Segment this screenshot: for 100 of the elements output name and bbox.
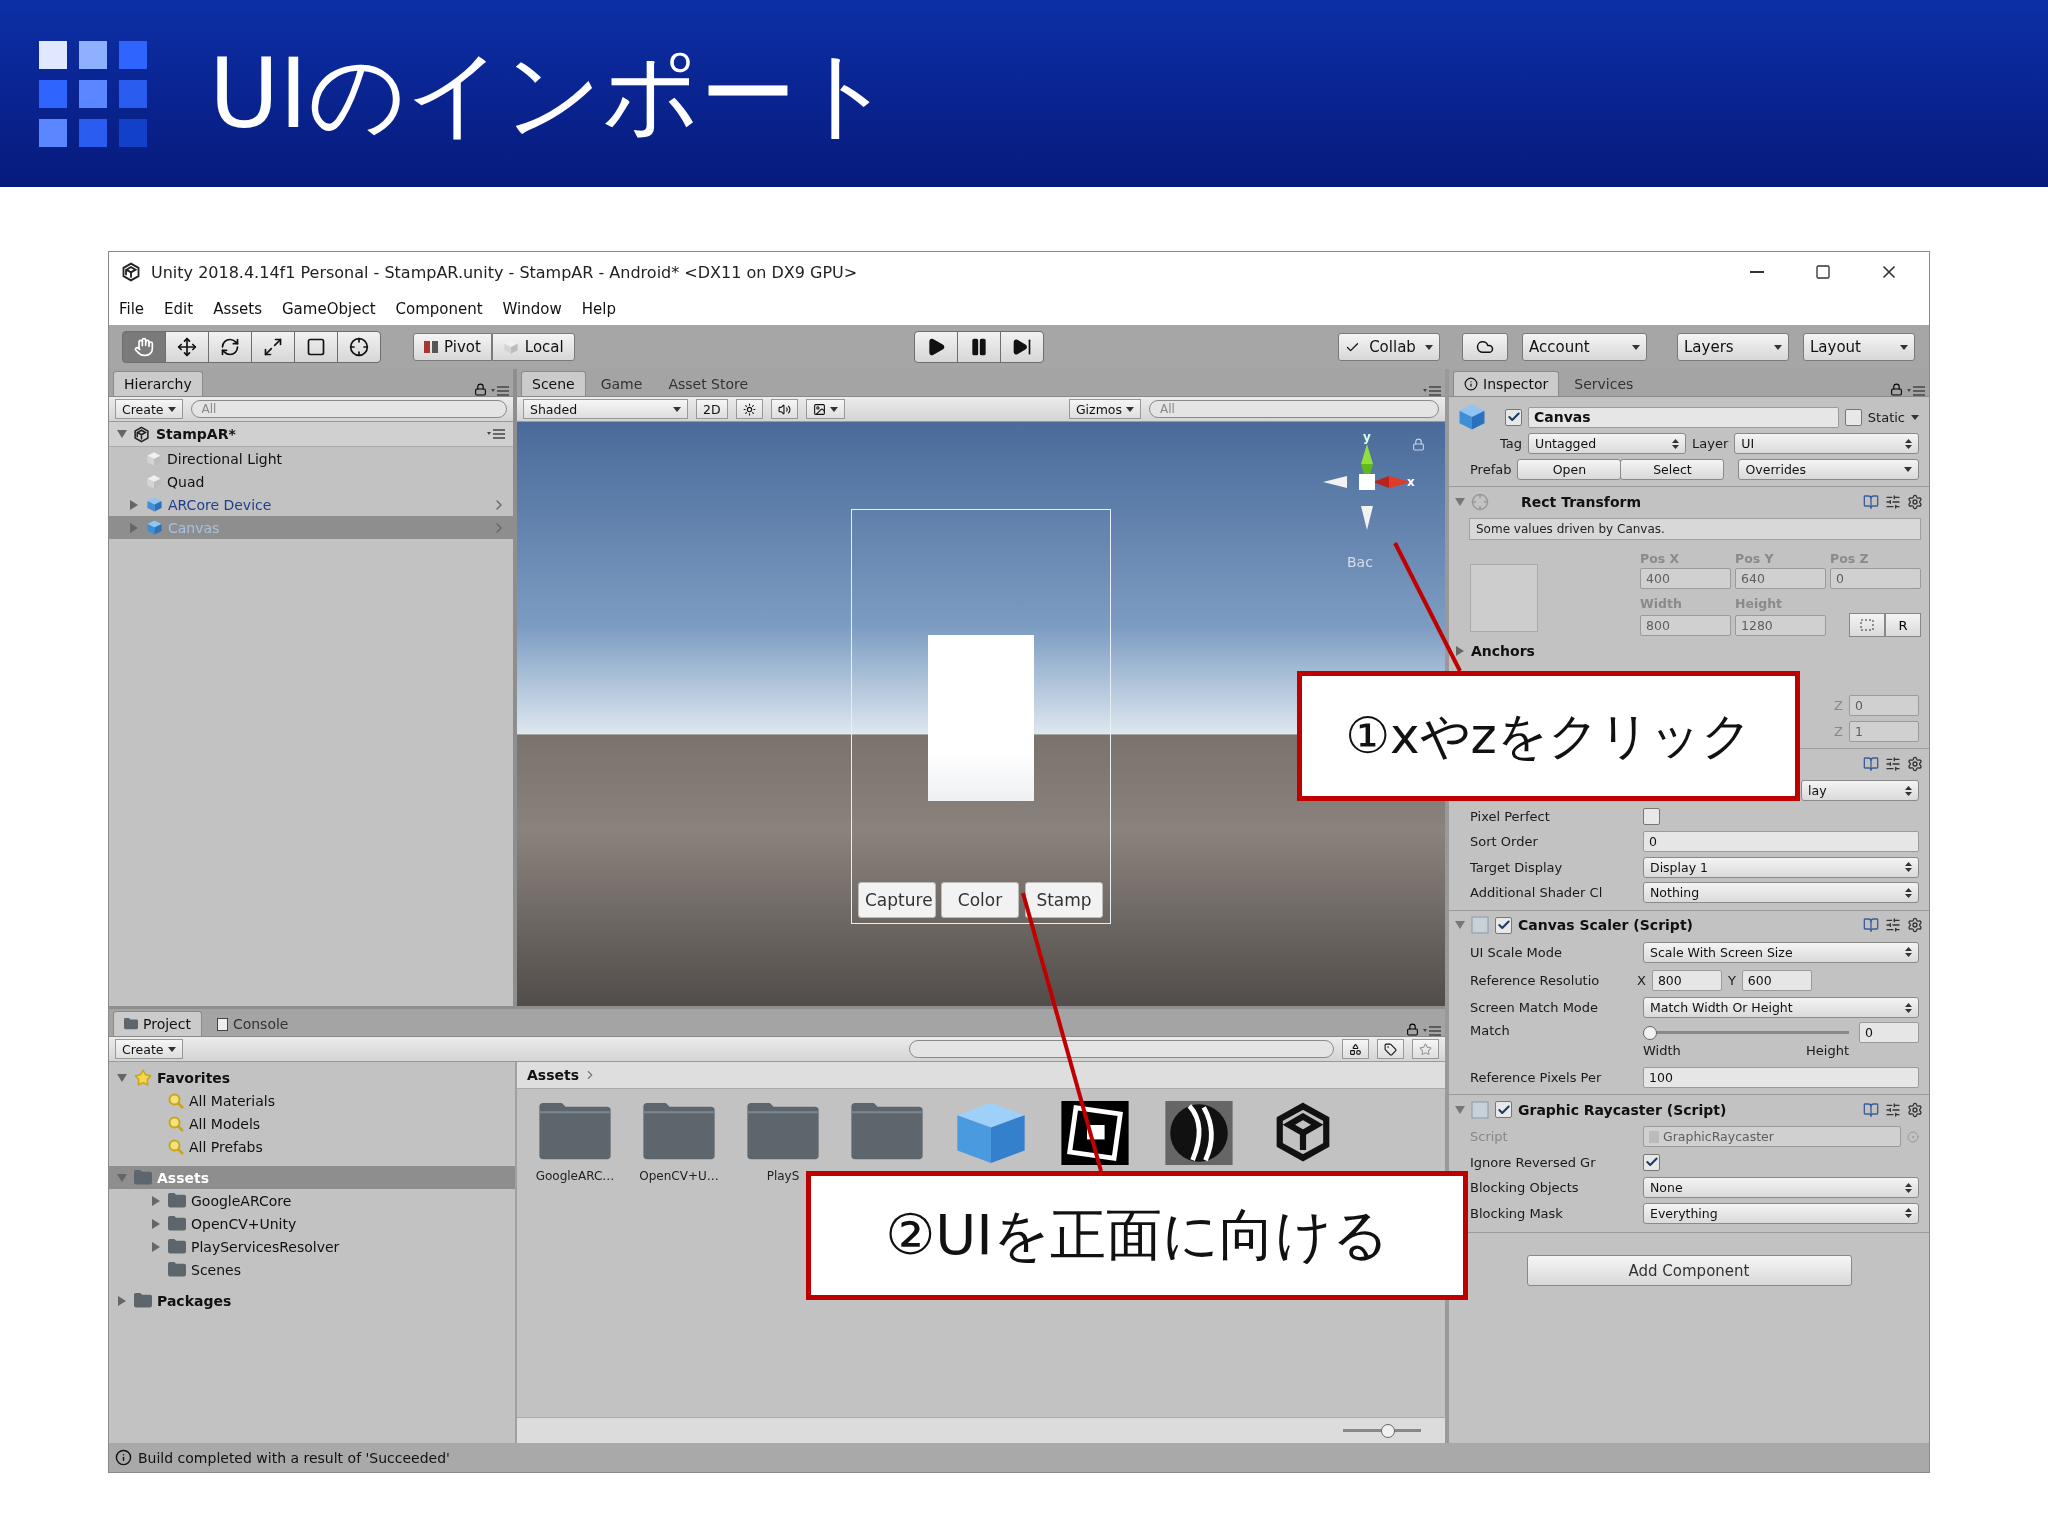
tree-item[interactable]: All Models: [109, 1112, 515, 1135]
dropdown[interactable]: Overrides: [1738, 458, 1919, 480]
dropdown[interactable]: lay: [1801, 780, 1919, 802]
play-button[interactable]: [913, 331, 958, 363]
search-field[interactable]: All: [190, 400, 507, 418]
create-dropdown[interactable]: Create: [115, 399, 183, 419]
dropdown[interactable]: Untagged: [1528, 433, 1686, 455]
settings-icon[interactable]: [1907, 1101, 1923, 1118]
collapsed-arrow-icon[interactable]: [129, 499, 139, 510]
tool-button[interactable]: [337, 331, 381, 363]
ui-button[interactable]: Color: [941, 882, 1019, 918]
menu-item[interactable]: Edit: [164, 299, 194, 318]
dropdown[interactable]: Display 1: [1643, 856, 1919, 878]
tree-item[interactable]: All Materials: [109, 1089, 515, 1112]
tool-button[interactable]: [165, 331, 209, 363]
tool-button[interactable]: [208, 331, 252, 363]
step-button[interactable]: [999, 331, 1044, 363]
dropdown[interactable]: Everything: [1643, 1202, 1919, 1224]
blueprint-button[interactable]: [1849, 613, 1885, 637]
orientation-gizmo[interactable]: y x: [1317, 430, 1417, 540]
dropdown[interactable]: Match Width Or Height: [1643, 997, 1919, 1019]
presets-icon[interactable]: [1885, 1101, 1901, 1118]
add-component-button[interactable]: Add Component: [1526, 1255, 1852, 1286]
search-field[interactable]: [909, 1040, 1334, 1058]
settings-icon[interactable]: [1907, 755, 1923, 772]
layers-dropdown[interactable]: Layers: [1677, 333, 1789, 361]
ui-button[interactable]: Stamp: [1025, 882, 1103, 918]
search-field[interactable]: All: [1149, 400, 1439, 418]
menu-item[interactable]: GameObject: [282, 299, 376, 318]
shading-dropdown[interactable]: Shaded: [523, 399, 688, 419]
collapsed-arrow-icon[interactable]: [1455, 646, 1465, 656]
input-field[interactable]: 0: [1859, 1022, 1919, 1043]
expanded-arrow-icon[interactable]: [117, 1072, 127, 1083]
expanded-arrow-icon[interactable]: [1455, 920, 1465, 930]
lock-icon[interactable]: [1890, 383, 1903, 396]
presets-icon[interactable]: [1885, 493, 1901, 510]
panel-tab[interactable]: Asset Store: [657, 371, 760, 396]
prefab-button[interactable]: Open: [1517, 458, 1622, 480]
account-dropdown[interactable]: Account: [1522, 333, 1647, 361]
checkbox[interactable]: [1495, 1101, 1512, 1118]
tree-item[interactable]: GoogleARCore: [109, 1189, 515, 1212]
input-field[interactable]: 0: [1849, 695, 1919, 717]
help-icon[interactable]: [1863, 1101, 1879, 1118]
panel-menu-icon[interactable]: [1423, 386, 1441, 396]
input-field[interactable]: 600: [1741, 969, 1812, 991]
cube-icon[interactable]: [955, 1101, 1027, 1163]
gizmos-dropdown[interactable]: Gizmos: [1068, 399, 1141, 419]
panel-menu-icon[interactable]: [487, 429, 505, 439]
cloud-button[interactable]: [1462, 333, 1508, 361]
panel-tab[interactable]: Scene: [521, 371, 586, 396]
sphere-thumbnail[interactable]: [1165, 1101, 1233, 1165]
input-field[interactable]: 1280: [1735, 614, 1826, 636]
panel-tab[interactable]: Services: [1563, 371, 1645, 396]
checkbox[interactable]: [1495, 916, 1512, 934]
label-filter-button[interactable]: [1377, 1039, 1404, 1059]
panel-tab[interactable]: Project: [113, 1011, 202, 1036]
checkbox[interactable]: [1643, 807, 1660, 825]
audio-toggle[interactable]: [770, 399, 798, 419]
collapsed-arrow-icon[interactable]: [151, 1218, 161, 1229]
menu-item[interactable]: Assets: [213, 299, 262, 318]
local-button[interactable]: Local: [491, 333, 575, 361]
menu-item[interactable]: Window: [502, 299, 562, 318]
lock-icon[interactable]: [1406, 1023, 1419, 1036]
expanded-arrow-icon[interactable]: [1455, 1104, 1465, 1115]
tree-item[interactable]: Favorites: [109, 1066, 515, 1089]
lighting-toggle[interactable]: [735, 399, 763, 419]
slider-thumb[interactable]: [1381, 1423, 1396, 1438]
input-field[interactable]: 100: [1643, 1066, 1919, 1088]
lock-icon[interactable]: [474, 383, 487, 396]
help-icon[interactable]: [1863, 493, 1879, 510]
raw-edit-button[interactable]: R: [1885, 613, 1921, 637]
dropdown[interactable]: Nothing: [1643, 882, 1919, 904]
tree-item[interactable]: PlayServicesResolver: [109, 1235, 515, 1258]
collapsed-arrow-icon[interactable]: [151, 1195, 161, 1206]
input-field[interactable]: 800: [1640, 614, 1731, 636]
marker-thumbnail[interactable]: [1061, 1101, 1129, 1165]
help-icon[interactable]: [1863, 755, 1879, 772]
menu-item[interactable]: File: [119, 299, 145, 318]
input-field[interactable]: 800: [1651, 969, 1722, 991]
hierarchy-item[interactable]: Directional Light: [109, 447, 513, 470]
layout-dropdown[interactable]: Layout: [1803, 333, 1915, 361]
prefab-button[interactable]: Select: [1620, 458, 1725, 480]
tool-button[interactable]: [294, 331, 338, 363]
tree-item[interactable]: All Prefabs: [109, 1135, 515, 1158]
hierarchy-item[interactable]: ARCore Device: [109, 493, 513, 516]
collab-button[interactable]: Collab: [1338, 333, 1440, 361]
tree-item[interactable]: Packages: [109, 1289, 515, 1312]
dropdown[interactable]: None: [1643, 1177, 1919, 1199]
2d-toggle[interactable]: 2D: [696, 399, 728, 419]
dropdown[interactable]: Scale With Screen Size: [1643, 941, 1919, 963]
panel-tab[interactable]: Hierarchy: [113, 371, 203, 396]
expanded-arrow-icon[interactable]: [117, 429, 127, 439]
type-filter-button[interactable]: [1342, 1039, 1369, 1059]
collapsed-arrow-icon[interactable]: [117, 1295, 127, 1306]
checkbox[interactable]: [1844, 408, 1862, 426]
settings-icon[interactable]: [1907, 493, 1923, 510]
create-dropdown[interactable]: Create: [115, 1039, 183, 1059]
tree-item[interactable]: OpenCV+Unity: [109, 1212, 515, 1235]
collapsed-arrow-icon[interactable]: [151, 1241, 161, 1252]
input-field[interactable]: 640: [1735, 568, 1826, 589]
